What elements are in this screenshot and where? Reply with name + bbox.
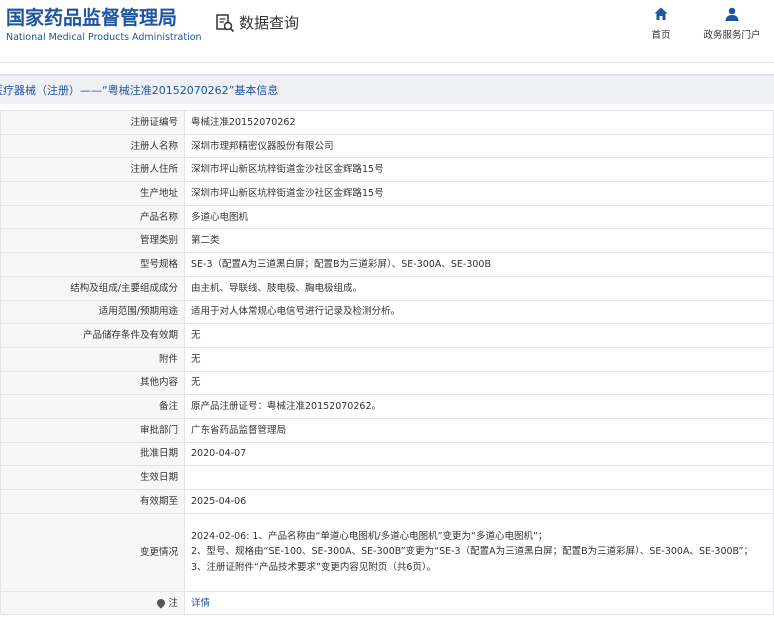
row-label: 产品储存条件及有效期 (0, 323, 185, 348)
row-label: 注册证编号 (0, 110, 185, 135)
row-label: 注册人住所 (0, 157, 185, 183)
row-value: 第二类 (184, 228, 774, 254)
row-value: 适用于对人体常规心电信号进行记录及检测分析。 (184, 299, 774, 325)
note-label-cell: 注 (0, 590, 185, 616)
row-label: 生效日期 (0, 465, 185, 490)
row-value: 广东省药品监督管理局 (184, 417, 774, 443)
row-label: 附件 (0, 346, 185, 372)
data-query-label: 数据查询 (239, 14, 300, 32)
data-query-title[interactable]: 数据查询 (215, 12, 299, 33)
nav-service-portal[interactable]: 政务服务门户 (701, 6, 763, 41)
change-line-2: 2、型号、规格由“SE-100、SE-300A、SE-300B”变更为“SE-3… (191, 546, 753, 558)
row-label: 型号规格 (0, 252, 185, 277)
row-label: 审批部门 (0, 417, 185, 443)
row-label: 备注 (0, 394, 185, 419)
table-row: 审批部门 广东省药品监督管理局 (0, 417, 774, 443)
user-icon (725, 7, 739, 21)
row-value: 无 (184, 346, 774, 372)
row-value: SE-3（配置A为三道黑白屏；配置B为三道彩屏）、SE-300A、SE-300B (184, 252, 774, 277)
table-row-note: 注 详情 (0, 590, 774, 616)
header-divider (0, 62, 774, 63)
table-row: 其他内容无 (0, 370, 774, 396)
row-label: 有效期至 (0, 489, 185, 514)
registration-info-table: 注册证编号 粤械注准20152070262 注册人名称 深圳市理邦精密仪器股份有限公司… (0, 110, 774, 616)
table-row: 注册人住所 深圳市坪山新区坑梓街道金沙社区金辉路15号 (0, 157, 774, 183)
row-value: 深圳市坪山新区坑梓街道金沙社区金辉路15号 (184, 157, 774, 183)
site-header: 国家药品监督管理局 National Medical Products Admi… (0, 0, 774, 62)
nav-portal-label: 政务服务门户 (703, 30, 761, 41)
table-row: 有效期至 2025-04-06 (0, 489, 774, 514)
row-label: 产品名称 (0, 204, 185, 230)
nav-home[interactable]: 首页 (644, 6, 678, 41)
table-row: 注册人名称 深圳市理邦精密仪器股份有限公司 (0, 133, 774, 159)
change-line-1: 2024-02-06: 1、产品名称由“单道心电图机/多道心电图机”变更为“多道… (191, 530, 548, 542)
breadcrumb-bar: 医疗器械（注册）——“粤械注准20152070262”基本信息 (0, 74, 774, 104)
table-row: 适用范围/预期用途 适用于对人体常规心电信号进行记录及检测分析。 (0, 299, 774, 325)
table-row: 附件无 (0, 346, 774, 372)
table-row: 管理类别 第二类 (0, 228, 774, 254)
table-row: 结构及组成/主要组成成分 由主机、导联线、肢电极、胸电极组成。 (0, 275, 774, 301)
nav-home-label: 首页 (651, 30, 671, 41)
note-value-cell: 详情 (184, 590, 774, 616)
table-row: 批准日期 2020-04-07 (0, 441, 774, 467)
pin-icon (155, 597, 168, 609)
row-label: 批准日期 (0, 441, 185, 467)
row-value: 原产品注册证号：粤械注准20152070262。 (184, 394, 774, 419)
row-value: 深圳市坪山新区坑梓街道金沙社区金辉路15号 (184, 181, 774, 206)
row-value: 多道心电图机 (184, 204, 774, 230)
change-line-3: 3、注册证附件“产品技术要求”变更内容见附页（共6页）。 (191, 561, 437, 573)
row-value: 由主机、导联线、肢电极、胸电极组成。 (184, 275, 774, 301)
row-label: 注册人名称 (0, 133, 185, 159)
table-row: 型号规格 SE-3（配置A为三道黑白屏；配置B为三道彩屏）、SE-300A、SE-… (0, 252, 774, 277)
table-row: 备注 原产品注册证号：粤械注准20152070262。 (0, 394, 774, 419)
row-value: 2025-04-06 (184, 489, 774, 514)
table-row: 生产地址 深圳市坪山新区坑梓街道金沙社区金辉路15号 (0, 181, 774, 206)
home-icon (654, 7, 668, 20)
table-row-change: 变更情况 2024-02-06: 1、产品名称由“单道心电图机/多道心电图机”变… (0, 512, 774, 592)
row-label: 管理类别 (0, 228, 185, 254)
row-value: 2020-04-07 (184, 441, 774, 467)
row-label: 其他内容 (0, 370, 185, 396)
table-row: 生效日期 (0, 465, 774, 490)
row-value (184, 465, 774, 490)
row-value: 深圳市理邦精密仪器股份有限公司 (184, 133, 774, 159)
data-query-icon (216, 13, 235, 32)
site-logo[interactable]: 国家药品监督管理局 National Medical Products Admi… (6, 6, 202, 43)
row-label: 生产地址 (0, 181, 185, 206)
row-value: 无 (184, 370, 774, 396)
change-history: 2024-02-06: 1、产品名称由“单道心电图机/多道心电图机”变更为“多道… (184, 512, 774, 592)
logo-english: National Medical Products Administration (6, 32, 202, 43)
table-row: 注册证编号 粤械注准20152070262 (0, 110, 774, 135)
table-row: 产品名称 多道心电图机 (0, 204, 774, 230)
row-label: 变更情况 (0, 512, 185, 592)
row-value: 无 (184, 323, 774, 348)
breadcrumb: 医疗器械（注册）——“粤械注准20152070262”基本信息 (0, 84, 279, 97)
row-label: 适用范围/预期用途 (0, 299, 185, 325)
row-label: 注 (168, 597, 178, 609)
details-link[interactable]: 详情 (191, 598, 210, 609)
table-row: 产品储存条件及有效期无 (0, 323, 774, 348)
logo-chinese: 国家药品监督管理局 (6, 7, 178, 29)
row-value: 粤械注准20152070262 (184, 110, 774, 135)
row-label: 结构及组成/主要组成成分 (0, 275, 185, 301)
